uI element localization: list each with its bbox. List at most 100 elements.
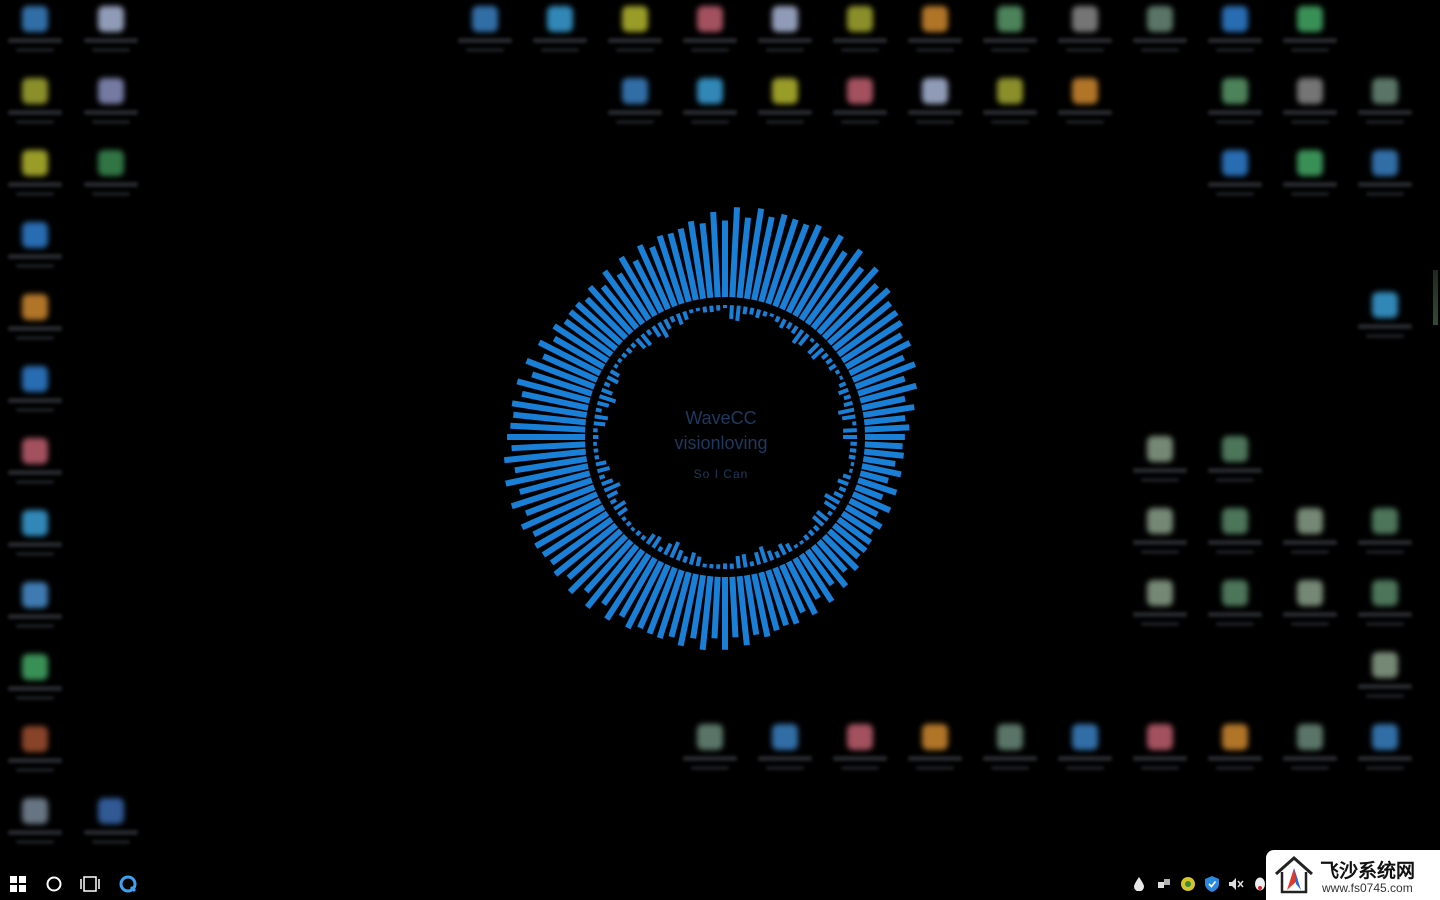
visualizer-inner-tick bbox=[741, 553, 748, 568]
visualizer-inner-tick bbox=[838, 486, 847, 493]
speaker-muted-icon[interactable] bbox=[1228, 876, 1244, 892]
search-circle-icon bbox=[46, 876, 62, 892]
visualizer-inner-tick bbox=[762, 310, 768, 317]
visualizer-inner-tick bbox=[848, 454, 856, 460]
visualizer-inner-tick bbox=[598, 474, 606, 480]
visualizer-inner-tick bbox=[625, 520, 632, 527]
visualizer-inner-tick bbox=[784, 542, 793, 553]
visualizer-inner-tick bbox=[596, 400, 610, 408]
house-logo-icon bbox=[1275, 855, 1313, 894]
pinned-browser-button[interactable] bbox=[110, 868, 146, 900]
network-icon[interactable] bbox=[1156, 876, 1172, 892]
visualizer-inner-tick bbox=[635, 337, 647, 350]
volume-meter bbox=[1433, 270, 1438, 325]
visualizer-title: WaveCC bbox=[685, 408, 757, 428]
visualizer-inner-tick bbox=[603, 381, 611, 388]
visualizer-inner-tick bbox=[843, 428, 857, 433]
visualizer-inner-tick bbox=[651, 535, 662, 549]
visualizer-inner-tick bbox=[735, 555, 741, 569]
visualizer-inner-tick bbox=[695, 556, 702, 567]
start-button[interactable] bbox=[0, 868, 36, 900]
search-button[interactable] bbox=[36, 868, 72, 900]
visualizer-inner-tick bbox=[603, 481, 621, 493]
visualizer-inner-tick bbox=[682, 310, 689, 321]
visualizer-inner-tick bbox=[769, 313, 775, 318]
visualizer-inner-tick bbox=[688, 551, 696, 566]
visualizer-inner-tick bbox=[682, 555, 689, 564]
visualizer-inner-tick bbox=[803, 533, 810, 541]
visualizer-bar bbox=[729, 207, 741, 298]
visualizer-inner-tick bbox=[837, 478, 849, 487]
visualizer-inner-tick bbox=[617, 506, 628, 517]
visualizer-inner-tick bbox=[777, 543, 787, 556]
visualizer-inner-tick bbox=[595, 407, 603, 413]
visualizer-inner-tick bbox=[593, 421, 606, 427]
visualizer-inner-tick bbox=[838, 375, 844, 381]
visualizer-inner-tick bbox=[827, 510, 833, 517]
visualizer-inner-tick bbox=[702, 306, 708, 313]
visualizer-inner-tick bbox=[785, 321, 793, 330]
visualizer-inner-tick bbox=[695, 307, 701, 312]
visualizer-inner-tick bbox=[790, 325, 799, 335]
visualizer-bar bbox=[863, 448, 904, 459]
visualizer-inner-tick bbox=[766, 550, 775, 561]
visualizer-tagline: So I Can bbox=[693, 467, 749, 481]
windows-logo-icon bbox=[10, 876, 26, 892]
visualizer-inner-tick bbox=[595, 460, 607, 467]
visualizer-inner-tick bbox=[601, 478, 614, 487]
visualizer-inner-tick bbox=[793, 543, 799, 549]
visualizer-inner-tick bbox=[669, 541, 681, 559]
visualizer-inner-tick bbox=[798, 539, 805, 545]
visualizer-inner-tick bbox=[613, 500, 627, 511]
visualizer-subtitle: visionloving bbox=[674, 433, 768, 453]
visualizer-inner-tick bbox=[606, 490, 619, 499]
visualizer-inner-tick bbox=[837, 387, 849, 396]
visualizer-bar bbox=[710, 211, 721, 298]
visualizer-inner-tick bbox=[688, 308, 694, 314]
visualizer-inner-tick bbox=[609, 498, 618, 505]
visualizer-inner-tick bbox=[849, 448, 857, 453]
visualizer-bar bbox=[864, 441, 903, 450]
visualizer-inner-tick bbox=[645, 329, 653, 336]
visualizer-inner-tick bbox=[735, 305, 741, 322]
visualizer-inner-tick bbox=[848, 468, 854, 474]
visualizer-inner-tick bbox=[833, 490, 844, 499]
visualizer-inner-tick bbox=[837, 407, 855, 415]
app-tray-icon[interactable] bbox=[1180, 876, 1196, 892]
visualizer-inner-tick bbox=[842, 473, 852, 480]
visualizer-bar bbox=[864, 424, 910, 433]
visualizer-bar bbox=[863, 415, 906, 426]
visualizer-inner-tick bbox=[749, 307, 755, 315]
visualizer-inner-tick bbox=[651, 325, 662, 338]
visualizer-bar bbox=[862, 455, 896, 467]
shield-icon[interactable] bbox=[1204, 876, 1220, 892]
watermark-url: www.fs0745.com bbox=[1322, 881, 1413, 895]
visualizer-inner-tick bbox=[778, 318, 787, 329]
browser-icon bbox=[119, 875, 137, 893]
watermark-title: 飞沙系统网 bbox=[1320, 860, 1416, 882]
desktop[interactable]: WaveCC visionloving So I Can bbox=[0, 0, 1440, 868]
visualizer-inner-tick bbox=[709, 305, 714, 313]
visualizer-inner-tick bbox=[820, 352, 829, 360]
visualizer-inner-tick bbox=[753, 551, 762, 566]
visualizer-inner-tick bbox=[758, 545, 768, 564]
visualizer-inner-tick bbox=[828, 363, 837, 371]
visualizer-inner-tick bbox=[621, 352, 628, 359]
visualizer-inner-tick bbox=[729, 305, 734, 319]
visualizer-inner-tick bbox=[809, 337, 815, 343]
visualizer-inner-tick bbox=[823, 500, 837, 511]
visualizer-inner-tick bbox=[807, 529, 815, 537]
visualizer-inner-tick bbox=[811, 515, 825, 527]
visualizer-inner-tick bbox=[596, 465, 611, 474]
visualizer-inner-tick bbox=[663, 318, 672, 330]
water-drop-icon[interactable] bbox=[1131, 876, 1147, 892]
visualizer-inner-tick bbox=[843, 394, 852, 401]
task-view-icon bbox=[80, 876, 100, 892]
visualizer-bar bbox=[729, 576, 739, 638]
task-view-button[interactable] bbox=[72, 868, 108, 900]
visualizer-inner-tick bbox=[630, 526, 636, 532]
visualizer-inner-tick bbox=[702, 563, 707, 568]
visualizer-inner-tick bbox=[609, 369, 621, 378]
visualizer-inner-tick bbox=[774, 550, 781, 559]
taskbar bbox=[0, 868, 1440, 900]
